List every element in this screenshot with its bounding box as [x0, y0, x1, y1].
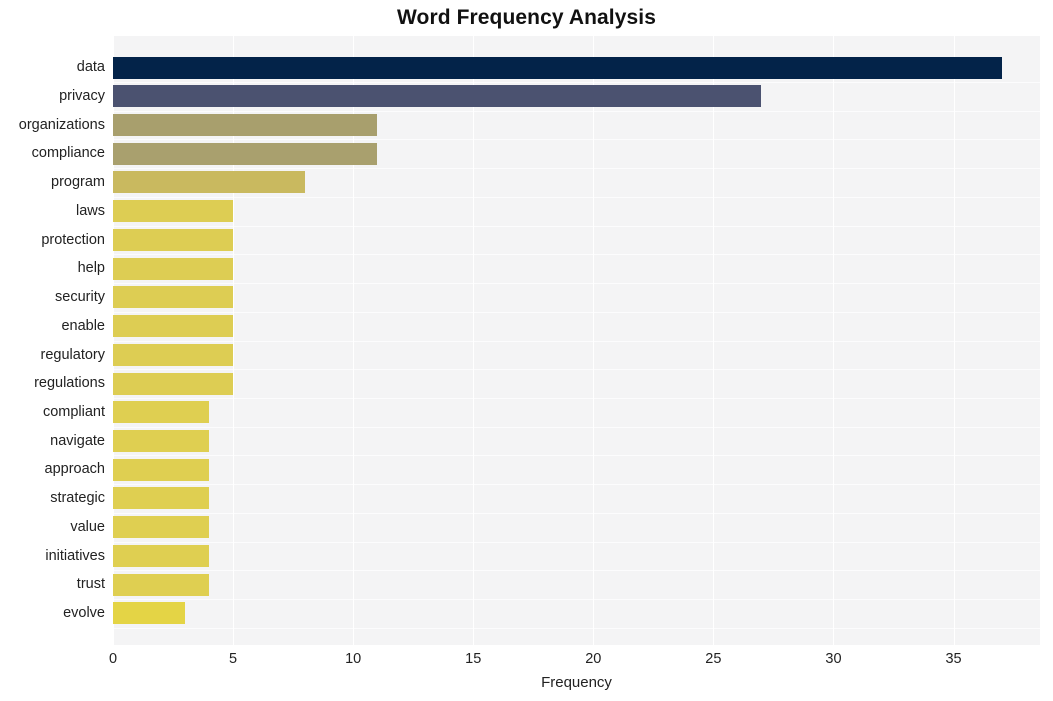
y-tick-label-program: program — [51, 174, 105, 191]
x-axis: 0 5 10 15 20 25 30 35 — [109, 645, 1040, 671]
bar-help[interactable] — [113, 257, 234, 280]
bar-row — [113, 427, 1040, 456]
bar-regulations[interactable] — [113, 372, 234, 395]
bar-row — [113, 111, 1040, 140]
bar-row — [113, 82, 1040, 111]
y-gridline — [113, 627, 1040, 629]
bar-row — [113, 254, 1040, 283]
y-tick-label-data: data — [76, 59, 105, 76]
bar-row — [113, 312, 1040, 341]
bar-protection[interactable] — [113, 228, 234, 251]
bar-compliance[interactable] — [113, 142, 378, 165]
bar-row — [113, 53, 1040, 82]
bar-row — [113, 226, 1040, 255]
bar-row — [113, 542, 1040, 571]
bar-data[interactable] — [113, 56, 1002, 79]
word-frequency-chart: Word Frequency Analysis data privacy organ… — [0, 0, 1053, 701]
y-tick-label-trust: trust — [76, 576, 105, 593]
bar-row — [113, 599, 1040, 628]
bar-navigate[interactable] — [113, 429, 210, 452]
y-tick-label-help: help — [77, 260, 105, 277]
bar-row — [113, 484, 1040, 513]
bar-row — [113, 139, 1040, 168]
bar-row — [113, 197, 1040, 226]
chart-title: Word Frequency Analysis — [396, 6, 657, 29]
bar-value[interactable] — [113, 516, 210, 539]
plot-area — [113, 36, 1040, 645]
x-axis-label: Frequency — [541, 674, 612, 691]
y-tick-label-initiatives: initiatives — [45, 547, 105, 564]
bar-row — [113, 369, 1040, 398]
bar-row — [113, 341, 1040, 370]
bar-trust[interactable] — [113, 573, 210, 596]
x-tick-label-10: 10 — [345, 651, 362, 667]
y-axis: data privacy organizations compliance progra… — [0, 36, 105, 645]
y-tick-label-evolve: evolve — [63, 605, 105, 622]
bar-row — [113, 398, 1040, 427]
x-tick-label-25: 25 — [705, 651, 722, 667]
bar-regulatory[interactable] — [113, 343, 234, 366]
y-tick-label-strategic: strategic — [50, 490, 105, 507]
x-tick-label-30: 30 — [825, 651, 842, 667]
x-tick-label-35: 35 — [945, 651, 962, 667]
bar-enable[interactable] — [113, 315, 234, 338]
y-tick-label-enable: enable — [61, 317, 105, 334]
y-tick-label-compliance: compliance — [31, 145, 105, 162]
bar-row — [113, 570, 1040, 599]
y-tick-label-laws: laws — [75, 202, 105, 219]
bar-row — [113, 283, 1040, 312]
bar-approach[interactable] — [113, 458, 210, 481]
x-tick-label-0: 0 — [108, 651, 118, 667]
x-tick-label-5: 5 — [229, 651, 238, 667]
bar-row — [113, 168, 1040, 197]
bar-security[interactable] — [113, 286, 234, 309]
bar-row — [113, 513, 1040, 542]
bar-program[interactable] — [113, 171, 306, 194]
y-tick-label-privacy: privacy — [59, 87, 105, 104]
x-tick-label-20: 20 — [585, 651, 602, 667]
y-tick-label-security: security — [55, 289, 105, 306]
bar-organizations[interactable] — [113, 113, 378, 136]
y-tick-label-protection: protection — [41, 231, 105, 248]
y-tick-label-approach: approach — [44, 461, 105, 478]
bar-strategic[interactable] — [113, 487, 210, 510]
y-tick-label-regulatory: regulatory — [40, 346, 105, 363]
y-tick-label-navigate: navigate — [50, 432, 105, 449]
bar-compliant[interactable] — [113, 401, 210, 424]
x-tick-label-15: 15 — [465, 651, 482, 667]
bar-privacy[interactable] — [113, 85, 762, 108]
bar-evolve[interactable] — [113, 602, 186, 625]
bar-laws[interactable] — [113, 200, 234, 223]
bar-row — [113, 455, 1040, 484]
bar-initiatives[interactable] — [113, 544, 210, 567]
y-tick-label-compliant: compliant — [42, 403, 105, 420]
y-tick-label-regulations: regulations — [34, 375, 105, 392]
y-tick-label-value: value — [70, 518, 105, 535]
y-tick-label-organizations: organizations — [18, 116, 105, 133]
